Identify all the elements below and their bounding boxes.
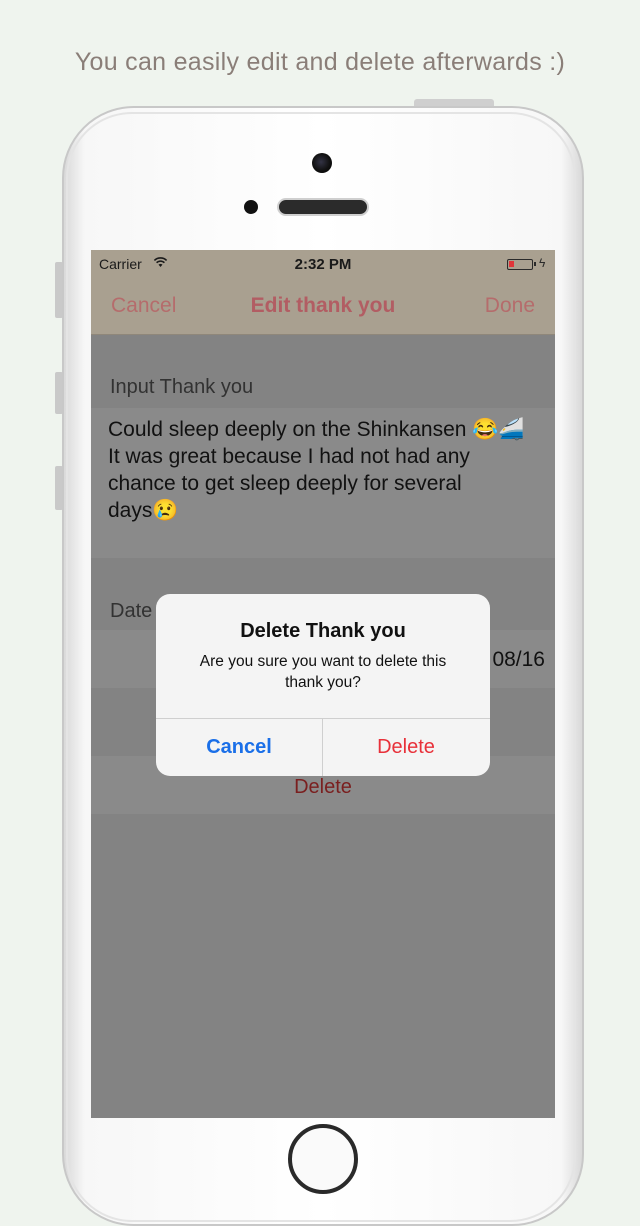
front-camera-icon — [312, 153, 332, 173]
home-button — [288, 1124, 358, 1194]
dialog-cancel-button[interactable]: Cancel — [156, 718, 322, 776]
dialog-title: Delete Thank you — [240, 620, 406, 642]
dialog-delete-button[interactable]: Delete — [323, 718, 489, 776]
thank-you-line: chance to get sleep deeply for several — [108, 472, 462, 495]
battery-icon — [507, 259, 536, 270]
status-time: 2:32 PM — [294, 256, 352, 273]
date-value[interactable]: 08/16 — [492, 648, 545, 672]
charging-bolt-icon: ϟ — [539, 256, 546, 270]
nav-done-button[interactable]: Done — [485, 294, 535, 318]
navigation-bar: Carrier 2:32 PM ϟ Cancel Edit thank you … — [91, 250, 555, 335]
thank-you-line: Could sleep deeply on the Shinkansen 😂🚄 — [108, 418, 525, 441]
proximity-sensor-icon — [244, 200, 258, 214]
input-thank-you-label: Input Thank you — [110, 376, 254, 398]
thank-you-line: It was great because I had not had any — [108, 445, 470, 468]
delete-confirm-dialog: Delete Thank you Are you sure you want t… — [156, 594, 490, 776]
earpiece-speaker-icon — [277, 198, 369, 216]
promo-caption: You can easily edit and delete afterward… — [74, 48, 566, 76]
status-bar: Carrier 2:32 PM ϟ — [91, 256, 555, 280]
thank-you-line: days😢 — [108, 499, 179, 522]
delete-row-button[interactable]: Delete — [91, 776, 555, 799]
thank-you-textarea[interactable]: Could sleep deeply on the Shinkansen 😂🚄 … — [108, 416, 538, 524]
date-label: Date — [110, 600, 153, 622]
dialog-message: Are you sure you want to delete this tha… — [199, 653, 447, 691]
